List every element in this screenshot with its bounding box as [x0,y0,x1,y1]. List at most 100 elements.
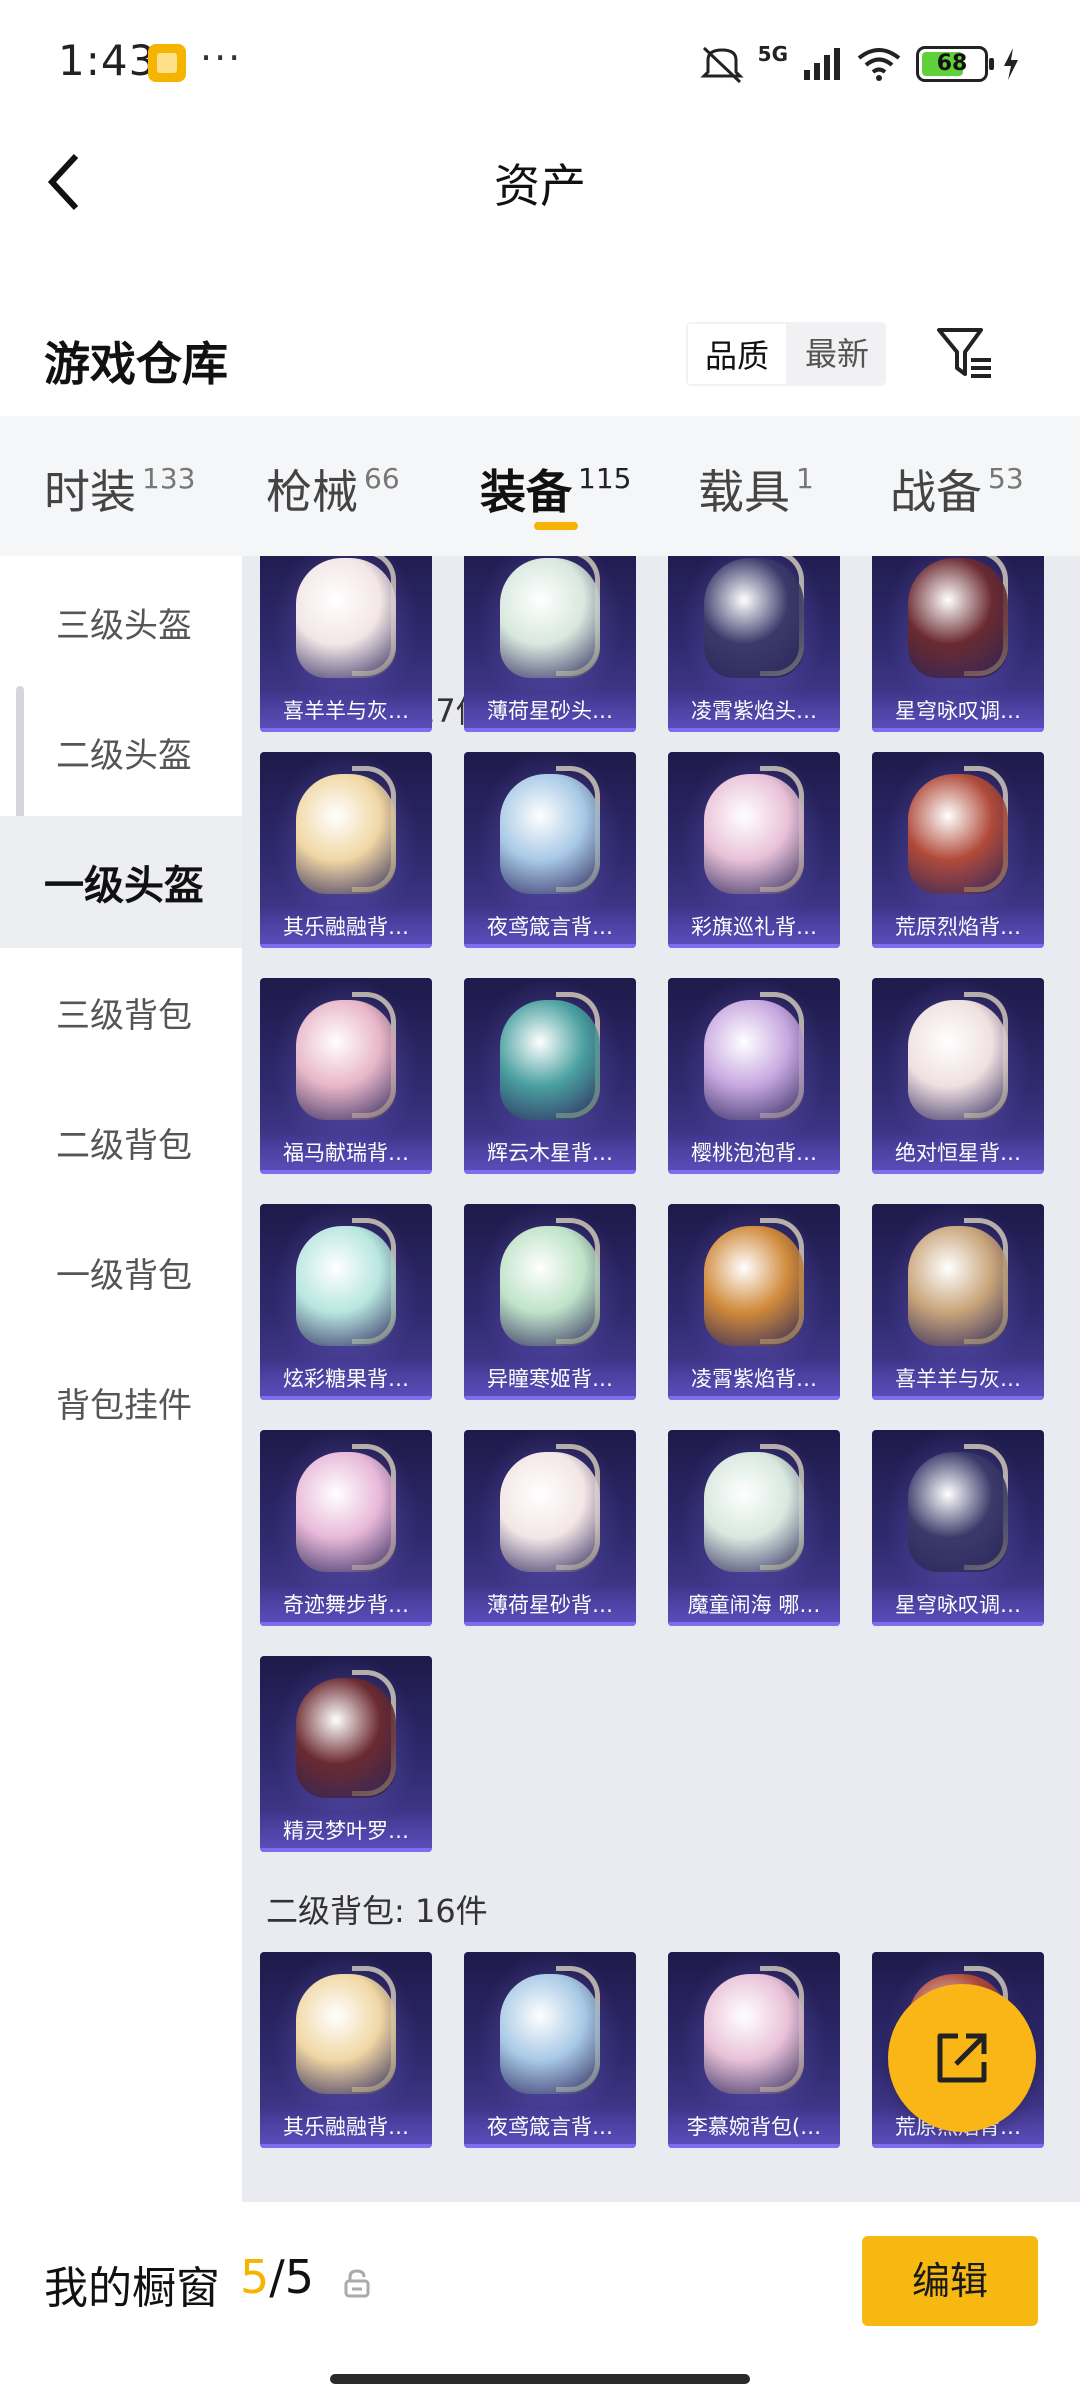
item-thumbnail [908,1226,1008,1346]
item-name: 炫彩糖果背… [260,1358,432,1400]
helmet-card[interactable]: 薄荷星砂头… [464,556,636,732]
item-thumbnail [500,1974,600,2094]
item-name: 异瞳寒姬背… [464,1358,636,1400]
tab-combat-gear[interactable]: 战备 53 [890,456,1024,536]
backpack-card[interactable]: 辉云木星背… [464,978,636,1174]
backpack-card[interactable]: 其乐融融背… [260,752,432,948]
sidebar-item-backpack-charm[interactable]: 背包挂件 [0,1336,242,1468]
sidebar-item-level2-helmet[interactable]: 二级头盔 [0,686,242,818]
warehouse-title: 游戏仓库 [44,337,228,391]
item-thumbnail [704,774,804,894]
backpack-card[interactable]: 薄荷星砂背… [464,1430,636,1626]
backpack-card[interactable]: 魔童闹海 哪… [668,1430,840,1626]
showcase-count: 5/5 [240,2250,314,2304]
showcase-current: 5 [240,2250,270,2304]
battery-icon: 68 [916,46,994,82]
helmet-card[interactable]: 凌霄紫焰头… [668,556,840,732]
backpack-card[interactable]: 福马献瑞背… [260,978,432,1174]
filter-button[interactable] [935,322,995,386]
backpack-card[interactable]: 其乐融融背… [260,1952,432,2148]
battery-cap [989,58,994,70]
item-name: 荒原烈焰背… [872,906,1044,948]
backpack-card[interactable]: 炫彩糖果背… [260,1204,432,1400]
status-time: 1:43 [58,36,157,85]
item-name: 喜羊羊与灰… [260,690,432,732]
item-thumbnail [500,558,600,678]
quality-bar [668,1170,840,1174]
quality-bar [464,1622,636,1626]
item-name: 薄荷星砂背… [464,1584,636,1626]
quality-bar [260,1622,432,1626]
quality-bar [464,944,636,948]
backpack-card[interactable]: 喜羊羊与灰… [872,1204,1044,1400]
backpack-card[interactable]: 异瞳寒姬背… [464,1204,636,1400]
tab-fashion[interactable]: 时装 133 [44,456,195,536]
sort-option-quality[interactable]: 品质 [686,322,788,386]
item-thumbnail [704,558,804,678]
item-name: 辉云木星背… [464,1132,636,1174]
sort-option-newest[interactable]: 最新 [788,322,886,386]
quality-bar [464,1396,636,1400]
sidebar-item-level3-helmet[interactable]: 三级头盔 [0,556,242,688]
battery-level: 68 [936,51,968,76]
quality-bar [872,1622,1044,1626]
sidebar-item-level1-backpack[interactable]: 一级背包 [0,1206,242,1338]
helmet-card[interactable]: 喜羊羊与灰… [260,556,432,732]
item-thumbnail [296,1226,396,1346]
sidebar-item-level2-backpack[interactable]: 二级背包 [0,1076,242,1208]
notification-app-icon [148,44,186,82]
helmet-card[interactable]: 星穹咏叹调… [872,556,1044,732]
backpack-card[interactable]: 樱桃泡泡背… [668,978,840,1174]
tab-vehicles[interactable]: 载具 1 [698,456,814,536]
item-name: 奇迹舞步背… [260,1584,432,1626]
item-name: 夜鸢箴言背… [464,2106,636,2148]
item-thumbnail [296,558,396,678]
quality-bar [260,728,432,732]
item-name: 其乐融融背… [260,906,432,948]
tab-guns[interactable]: 枪械 66 [266,456,400,536]
sidebar-item-label: 二级背包 [56,1125,192,1166]
item-name: 魔童闹海 哪… [668,1584,840,1626]
item-thumbnail [908,774,1008,894]
item-thumbnail [500,1452,600,1572]
system-icons: 5G 68 [700,42,1020,86]
item-name: 夜鸢箴言背… [464,906,636,948]
status-bar: 1:43 ··· 5G 68 [0,0,1080,130]
backpack-card[interactable]: 夜鸢箴言背… [464,752,636,948]
sidebar-item-label: 三级头盔 [56,605,192,646]
tab-count: 115 [578,462,632,495]
sidebar-item-level3-backpack[interactable]: 三级背包 [0,946,242,1078]
wifi-icon [857,48,901,81]
item-thumbnail [704,1452,804,1572]
showcase-label: 我的橱窗 [44,2263,220,2314]
item-name: 绝对恒星背… [872,1132,1044,1174]
network-type: 5G [757,42,788,66]
backpack-card[interactable]: 精灵梦叶罗… [260,1656,432,1852]
share-button[interactable] [888,1984,1036,2132]
sidebar-item-label: 三级背包 [56,995,192,1036]
sidebar-item-label: 二级头盔 [56,735,192,776]
quality-bar [260,1848,432,1852]
backpack-card[interactable]: 彩旗巡礼背… [668,752,840,948]
backpack-card[interactable]: 荒原烈焰背… [872,752,1044,948]
home-indicator[interactable] [330,2374,750,2384]
category-tabs: 时装 133 枪械 66 装备 115 载具 1 战备 53 [0,416,1080,556]
sidebar-item-label: 背包挂件 [56,1385,192,1426]
tab-label: 载具 [698,465,790,519]
tab-count: 53 [988,462,1024,495]
backpack-card[interactable]: 星穹咏叹调… [872,1430,1044,1626]
sidebar-item-level1-helmet[interactable]: 一级头盔 [0,816,242,948]
backpack-card[interactable]: 绝对恒星背… [872,978,1044,1174]
item-thumbnail [500,774,600,894]
sidebar-item-label: 一级背包 [56,1255,192,1296]
item-name: 凌霄紫焰背… [668,1358,840,1400]
backpack-card[interactable]: 李慕婉背包(… [668,1952,840,2148]
backpack-card[interactable]: 夜鸢箴言背… [464,1952,636,2148]
backpack-card[interactable]: 凌霄紫焰背… [668,1204,840,1400]
item-name: 星穹咏叹调… [872,690,1044,732]
edit-button[interactable]: 编辑 [862,2236,1038,2326]
showcase-total: 5 [284,2250,315,2304]
backpack-card[interactable]: 奇迹舞步背… [260,1430,432,1626]
more-notifications-icon: ··· [200,36,243,80]
tab-label: 装备 [480,465,572,519]
